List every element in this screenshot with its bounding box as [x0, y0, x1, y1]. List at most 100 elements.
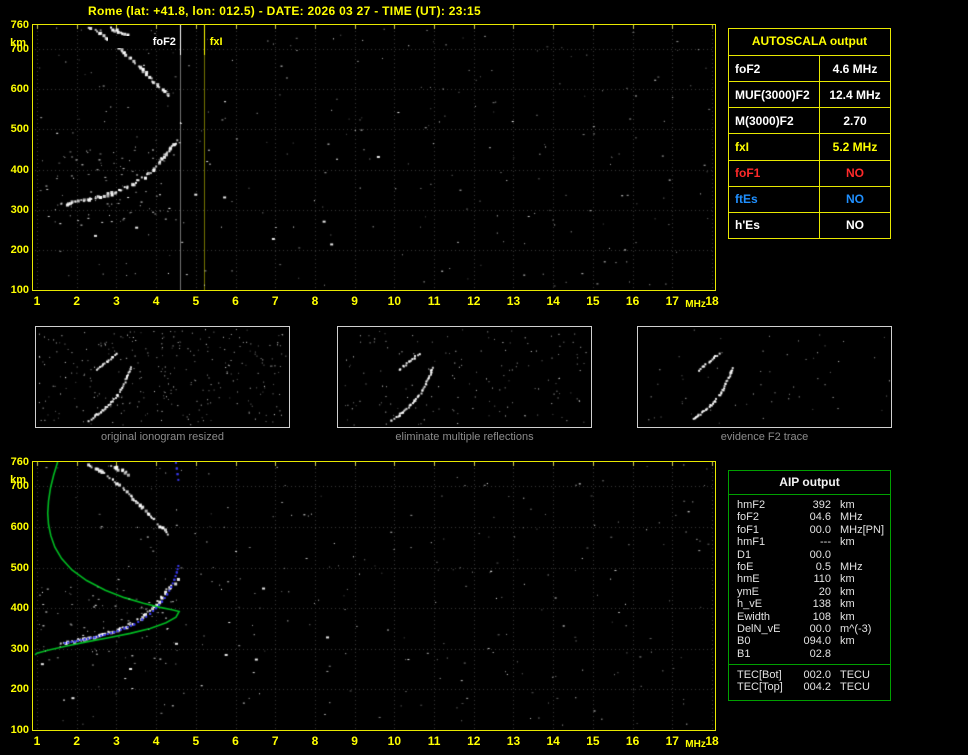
param-label: foF1: [737, 524, 797, 536]
row-label: ftEs: [729, 187, 820, 212]
param-label: B1: [737, 648, 797, 660]
param-value: 04.6: [797, 511, 831, 523]
aip-row-ymE: ymE20km: [737, 586, 890, 598]
param-label: foF2: [737, 511, 797, 523]
autoscala-screen: Rome (lat: +41.8, lon: 012.5) - DATE: 20…: [0, 0, 968, 755]
x-axis-unit-label: MHz: [685, 739, 706, 750]
x-tick-label: 10: [382, 734, 406, 748]
param-value: 00.0: [797, 623, 831, 635]
x-tick-label: 8: [303, 734, 327, 748]
aip-rows: hmF2392km foF204.6MHz foF100.0MHz[PN] hm…: [729, 495, 890, 660]
table-row-foF2: foF2 4.6 MHz: [729, 56, 890, 82]
param-unit: km: [840, 635, 855, 647]
thumbnail-evidence-f2: [637, 326, 892, 428]
table-row-foF1: foF1 NO: [729, 161, 890, 187]
param-label: B0: [737, 635, 797, 647]
aip-row-hmE: hmE110km: [737, 573, 890, 585]
profile-ionogram-canvas: [33, 462, 715, 730]
row-value: NO: [820, 161, 890, 186]
aip-row-tec-top: TEC[Top]004.2 TECU: [737, 681, 890, 693]
aip-row-tec-bot: TEC[Bot]002.0TECU: [737, 669, 890, 681]
param-value: 094.0: [797, 635, 831, 647]
param-label: foE: [737, 561, 797, 573]
thumbnail-eliminate-canvas: [338, 327, 591, 427]
y-tick-label: 400: [0, 164, 29, 176]
param-extra: [PN]: [863, 524, 884, 536]
table-row-ftEs: ftEs NO: [729, 187, 890, 213]
param-unit: MHz: [840, 511, 863, 523]
thumbnail-eliminate-reflections: [337, 326, 592, 428]
y-tick-label: 760: [0, 19, 29, 31]
x-tick-label: 1: [25, 734, 49, 748]
param-unit: km: [840, 611, 855, 623]
x-tick-label: 14: [541, 294, 565, 308]
aip-output-title: AIP output: [729, 471, 890, 495]
param-label: TEC[Top]: [737, 681, 797, 693]
row-label: foF1: [729, 161, 820, 186]
aip-row-foF1: foF100.0 MHz[PN]: [737, 524, 890, 536]
x-tick-label: 3: [104, 734, 128, 748]
x-axis-unit-label: MHz: [685, 299, 706, 310]
y-tick-label: 300: [0, 643, 29, 655]
param-value: 0.5: [797, 561, 831, 573]
y-tick-label: 600: [0, 83, 29, 95]
param-label: D1: [737, 549, 797, 561]
x-tick-label: 11: [422, 734, 446, 748]
x-tick-label: 12: [462, 734, 486, 748]
aip-row-hmF2: hmF2392km: [737, 499, 890, 511]
profile-ionogram-plot: [32, 461, 716, 731]
aip-row-DelN_vE: DelN_vE00.0m^(-3): [737, 623, 890, 635]
x-tick-label: 15: [581, 734, 605, 748]
table-row-m3000f2: M(3000)F2 2.70: [729, 108, 890, 134]
x-tick-label: 11: [422, 294, 446, 308]
aip-tec-rows: TEC[Bot]002.0TECU TEC[Top]004.2 TECU: [729, 665, 890, 694]
x-tick-label: 16: [621, 294, 645, 308]
thumbnail-caption: eliminate multiple reflections: [337, 431, 592, 443]
row-value: NO: [820, 187, 890, 212]
y-tick-label: 200: [0, 683, 29, 695]
param-label: hmE: [737, 573, 797, 585]
param-value: 138: [797, 598, 831, 610]
x-tick-label: 13: [501, 294, 525, 308]
param-value: 108: [797, 611, 831, 623]
row-value: 12.4 MHz: [820, 82, 890, 107]
aip-output-panel: AIP output hmF2392km foF204.6MHz foF100.…: [728, 470, 891, 701]
x-tick-label: 1: [25, 294, 49, 308]
aip-row-foE: foE0.5 MHz: [737, 561, 890, 573]
x-tick-label: 17: [660, 734, 684, 748]
param-unit: km: [840, 499, 855, 511]
x-tick-label: 12: [462, 294, 486, 308]
param-unit: MHz: [840, 524, 863, 536]
param-label: DelN_vE: [737, 623, 797, 635]
x-tick-label: 9: [343, 294, 367, 308]
x-tick-label: 7: [263, 294, 287, 308]
param-value: 004.2: [797, 681, 831, 693]
thumbnail-caption: evidence F2 trace: [637, 431, 892, 443]
row-label: foF2: [729, 56, 820, 81]
y-tick-label: 500: [0, 123, 29, 135]
param-unit: MHz: [840, 561, 863, 573]
page-title: Rome (lat: +41.8, lon: 012.5) - DATE: 20…: [88, 4, 481, 18]
param-unit: TECU: [840, 669, 870, 681]
row-value: 4.6 MHz: [820, 56, 890, 81]
param-unit: km: [840, 573, 855, 585]
thumbnail-evidence-canvas: [638, 327, 891, 427]
param-label: Ewidth: [737, 611, 797, 623]
x-tick-label: 2: [65, 734, 89, 748]
x-tick-label: 6: [224, 734, 248, 748]
param-label: hmF2: [737, 499, 797, 511]
param-value: 00.0: [797, 524, 831, 536]
param-value: 20: [797, 586, 831, 598]
param-unit: km: [840, 536, 855, 548]
table-row-muf3000f2: MUF(3000)F2 12.4 MHz: [729, 82, 890, 108]
y-tick-label: 600: [0, 521, 29, 533]
y-tick-label: 200: [0, 244, 29, 256]
thumbnail-original-canvas: [36, 327, 289, 427]
x-tick-label: 2: [65, 294, 89, 308]
x-tick-label: 5: [184, 734, 208, 748]
x-tick-label: 6: [224, 294, 248, 308]
aip-row-h_vE: h_vE138km: [737, 598, 890, 610]
row-label: fxI: [729, 134, 820, 159]
param-unit: TECU: [840, 681, 870, 693]
x-tick-label: 17: [660, 294, 684, 308]
